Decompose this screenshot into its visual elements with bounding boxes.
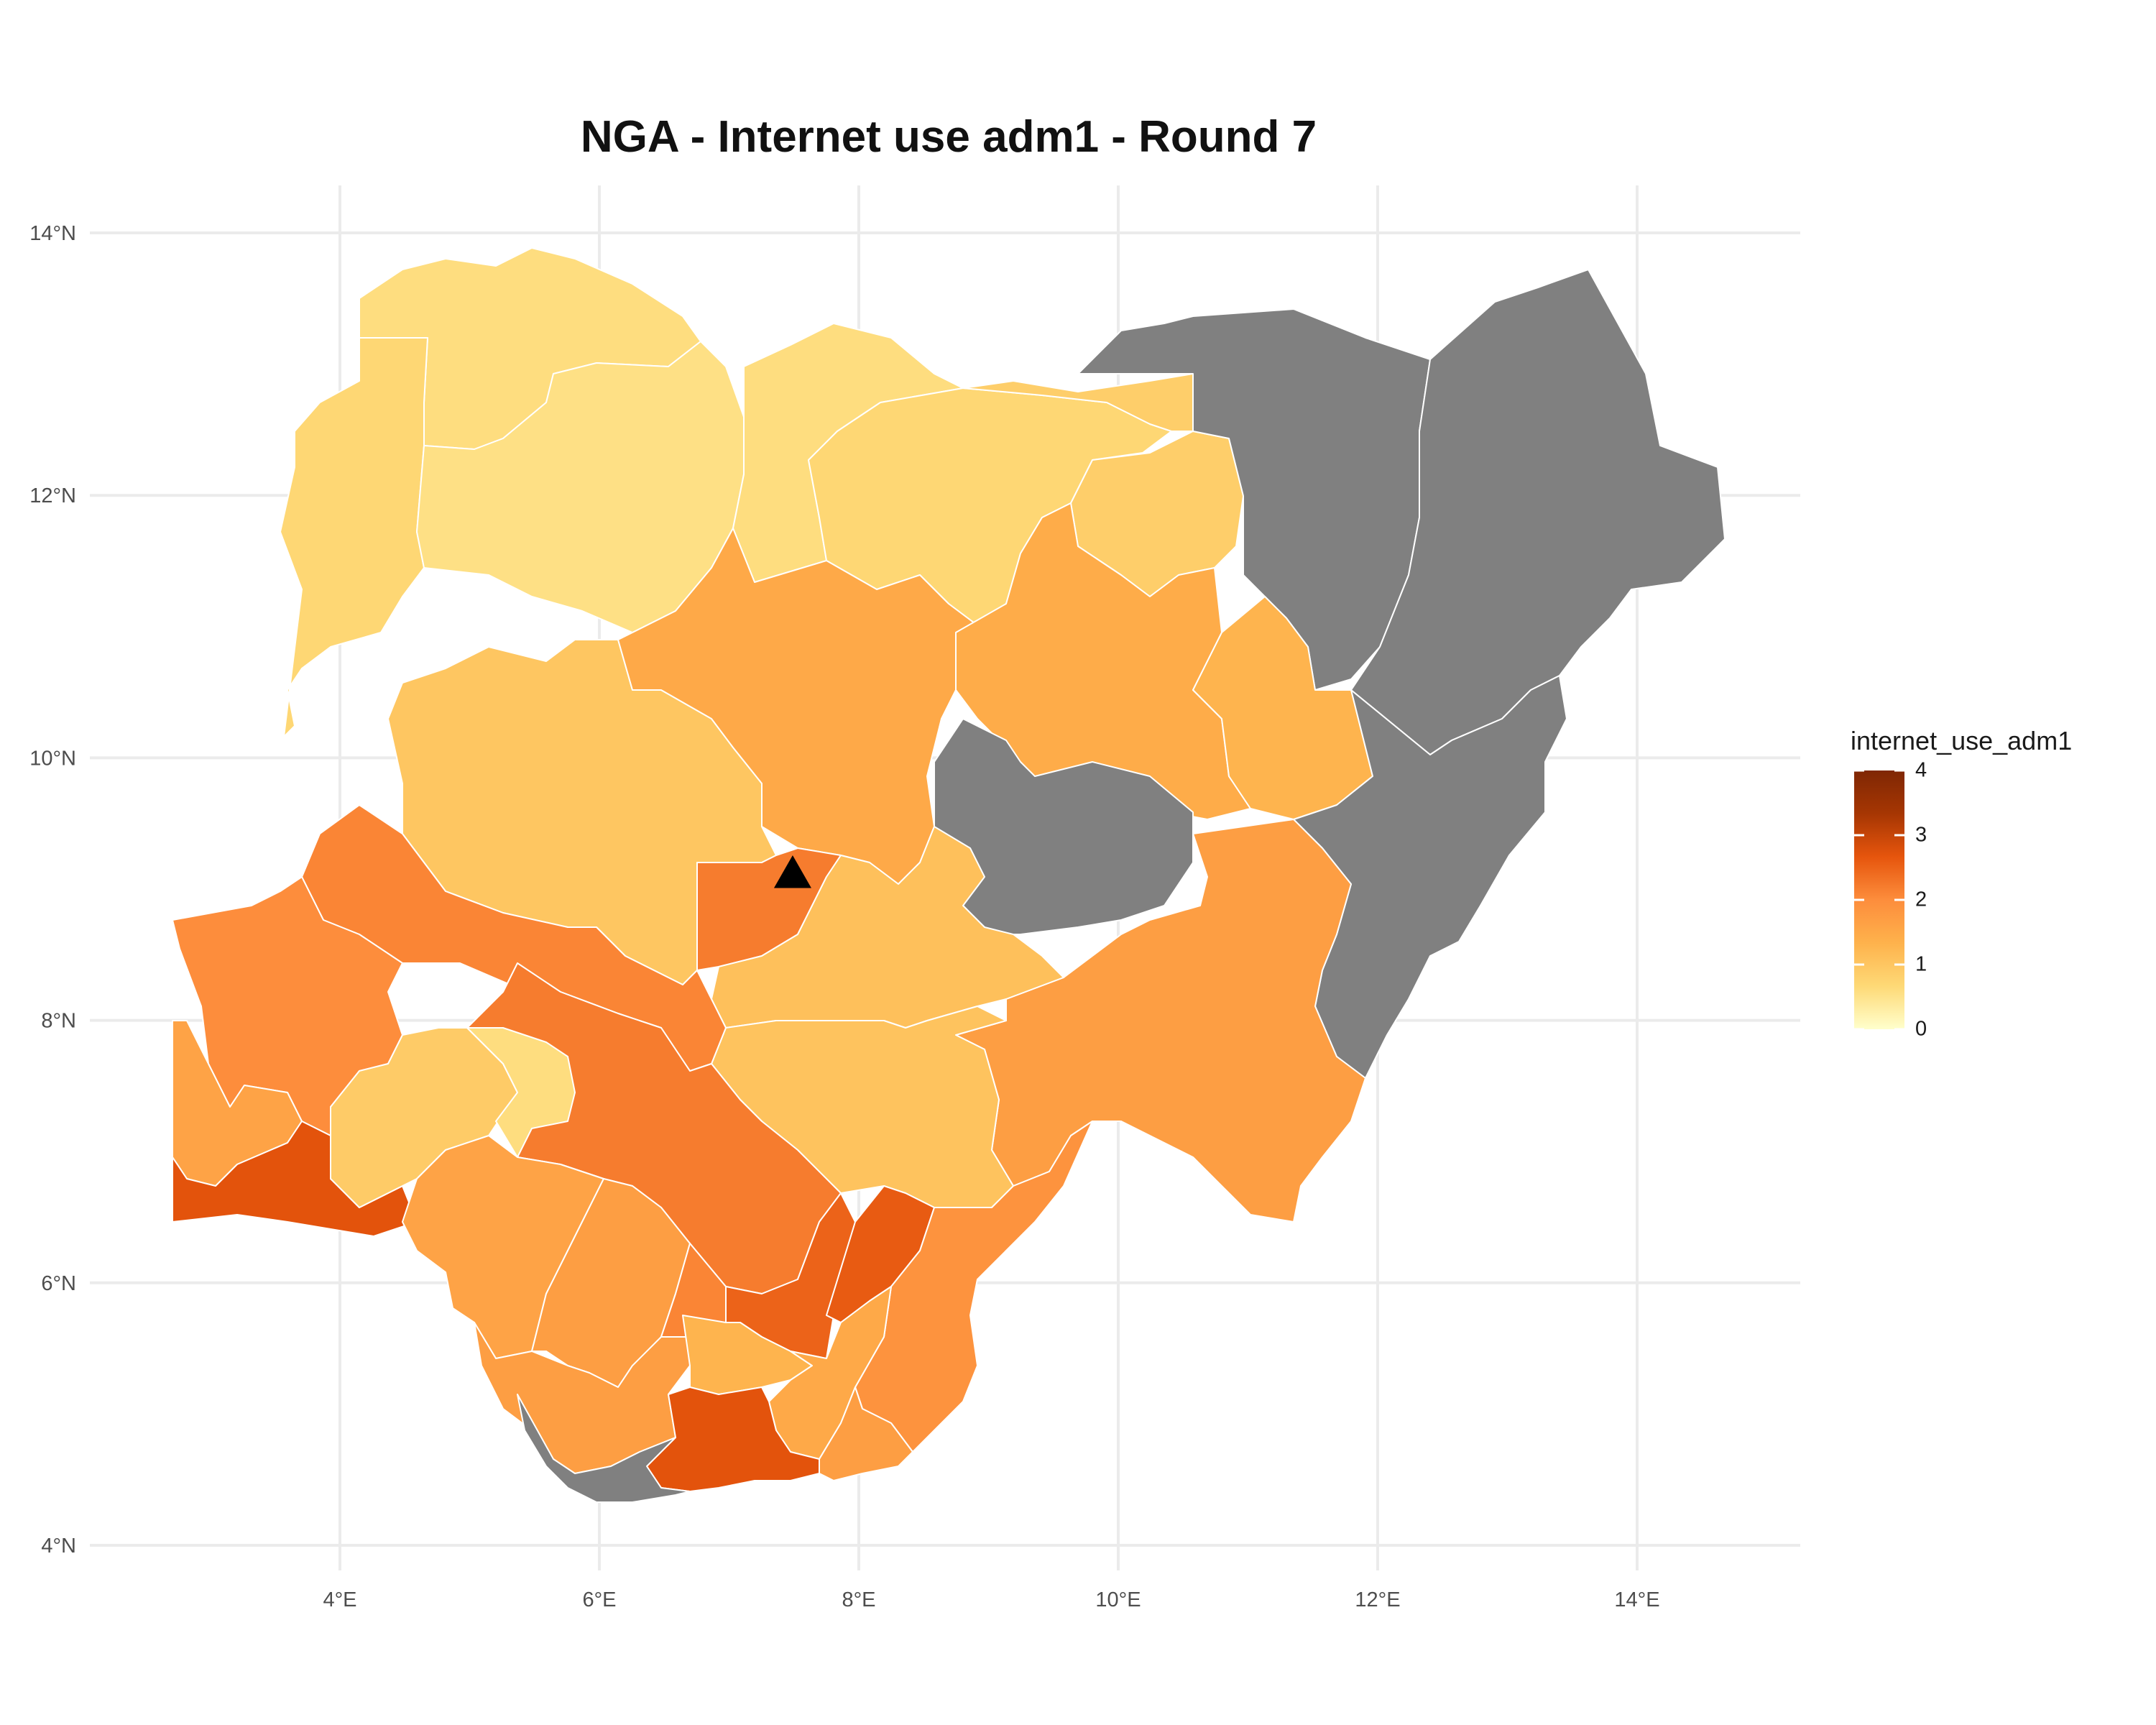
legend-tick-label: 1 xyxy=(1915,952,1927,976)
x-tick-label: 12°E xyxy=(1355,1588,1400,1611)
y-tick-label: 10°N xyxy=(29,747,76,770)
legend-title: internet_use_adm1 xyxy=(1851,726,2073,755)
y-tick-label: 8°N xyxy=(41,1010,76,1033)
x-tick-label: 10°E xyxy=(1095,1588,1141,1611)
legend-tick-label: 2 xyxy=(1915,888,1927,911)
x-tick-label: 4°E xyxy=(323,1588,356,1611)
states-layer xyxy=(172,247,1726,1503)
y-tick-label: 14°N xyxy=(29,222,76,245)
x-tick-label: 8°E xyxy=(842,1588,875,1611)
y-tick-label: 6°N xyxy=(41,1272,76,1295)
x-tick-label: 6°E xyxy=(582,1588,616,1611)
legend-colorbar xyxy=(1854,770,1904,1029)
map-canvas: 4°E 6°E 8°E 10°E 12°E 14°E 4°N 6°N 8°N 10°N 12°N 14… xyxy=(29,185,1800,1611)
legend-tick-label: 4 xyxy=(1915,758,1927,782)
legend-tick-label: 0 xyxy=(1915,1017,1927,1041)
x-tick-label: 14°E xyxy=(1614,1588,1659,1611)
region-kebbi xyxy=(280,337,428,737)
y-tick-label: 12°N xyxy=(29,484,76,507)
y-tick-label: 4°N xyxy=(41,1535,76,1558)
legend-tick-label: 3 xyxy=(1915,823,1927,847)
